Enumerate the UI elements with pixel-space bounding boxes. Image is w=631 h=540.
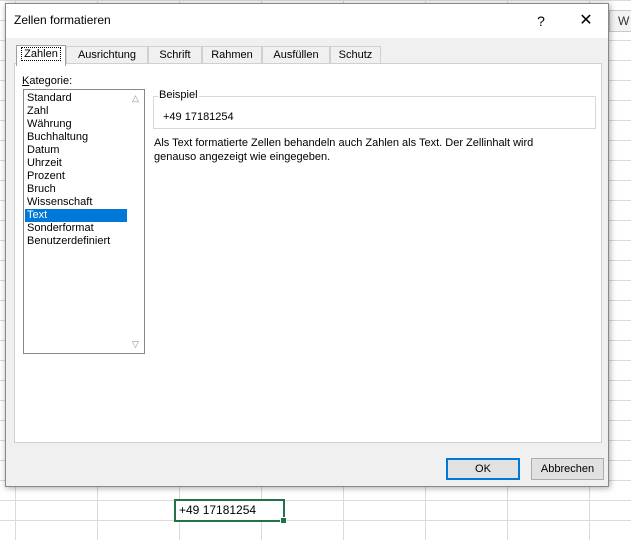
list-item[interactable]: Standard [25, 92, 127, 105]
tab-panel: Kategorie: Standard Zahl Währung Buchhal… [14, 63, 602, 443]
list-item[interactable]: Buchhaltung [25, 131, 127, 144]
list-item[interactable]: Datum [25, 144, 127, 157]
format-cells-dialog: Zellen formatieren ? ✕ Zahlen Ausrichtun… [5, 3, 609, 487]
tab-label: Ausfüllen [273, 49, 319, 61]
category-list: Standard Zahl Währung Buchhaltung Datum … [25, 92, 127, 248]
cancel-button[interactable]: Abbrechen [531, 458, 604, 480]
tab-label: Ausrichtung [77, 49, 137, 61]
ok-button[interactable]: OK [446, 458, 520, 480]
list-item-selected[interactable]: Text [25, 209, 127, 222]
close-icon: ✕ [579, 12, 593, 29]
tab-zahlen[interactable]: Zahlen [16, 45, 66, 66]
close-button[interactable]: ✕ [572, 9, 600, 33]
column-header-w[interactable]: W [609, 10, 631, 32]
category-label: Kategorie: [22, 75, 72, 87]
sample-group: Beispiel +49 17181254 [153, 89, 596, 129]
list-item[interactable]: Benutzerdefiniert [25, 235, 127, 248]
category-listbox[interactable]: Standard Zahl Währung Buchhaltung Datum … [23, 89, 145, 354]
sample-label: Beispiel [158, 89, 199, 101]
tab-label: Zahlen [21, 47, 61, 61]
list-item[interactable]: Währung [25, 118, 127, 131]
list-item[interactable]: Bruch [25, 183, 127, 196]
format-description: Als Text formatierte Zellen behandeln au… [154, 137, 534, 163]
list-scrollbar[interactable]: △ ▽ [127, 90, 144, 353]
sample-value: +49 17181254 [163, 111, 234, 123]
active-cell-value: +49 17181254 [179, 503, 257, 517]
dialog-title: Zellen formatieren [14, 13, 111, 27]
help-button[interactable]: ? [530, 9, 552, 33]
list-item[interactable]: Zahl [25, 105, 127, 118]
dialog-titlebar: Zellen formatieren ? ✕ [6, 4, 608, 38]
fill-handle[interactable] [280, 517, 287, 524]
list-item[interactable]: Wissenschaft [25, 196, 127, 209]
active-cell[interactable]: +49 17181254 [174, 499, 287, 524]
list-item[interactable]: Prozent [25, 170, 127, 183]
list-item[interactable]: Sonderformat [25, 222, 127, 235]
tab-label: Schrift [159, 49, 191, 61]
tab-label: Schutz [338, 49, 373, 61]
tab-label: Rahmen [211, 49, 253, 61]
category-label-rest: ategorie: [29, 75, 73, 87]
scroll-up-icon[interactable]: △ [127, 90, 144, 107]
list-item[interactable]: Uhrzeit [25, 157, 127, 170]
scroll-down-icon[interactable]: ▽ [127, 336, 144, 353]
